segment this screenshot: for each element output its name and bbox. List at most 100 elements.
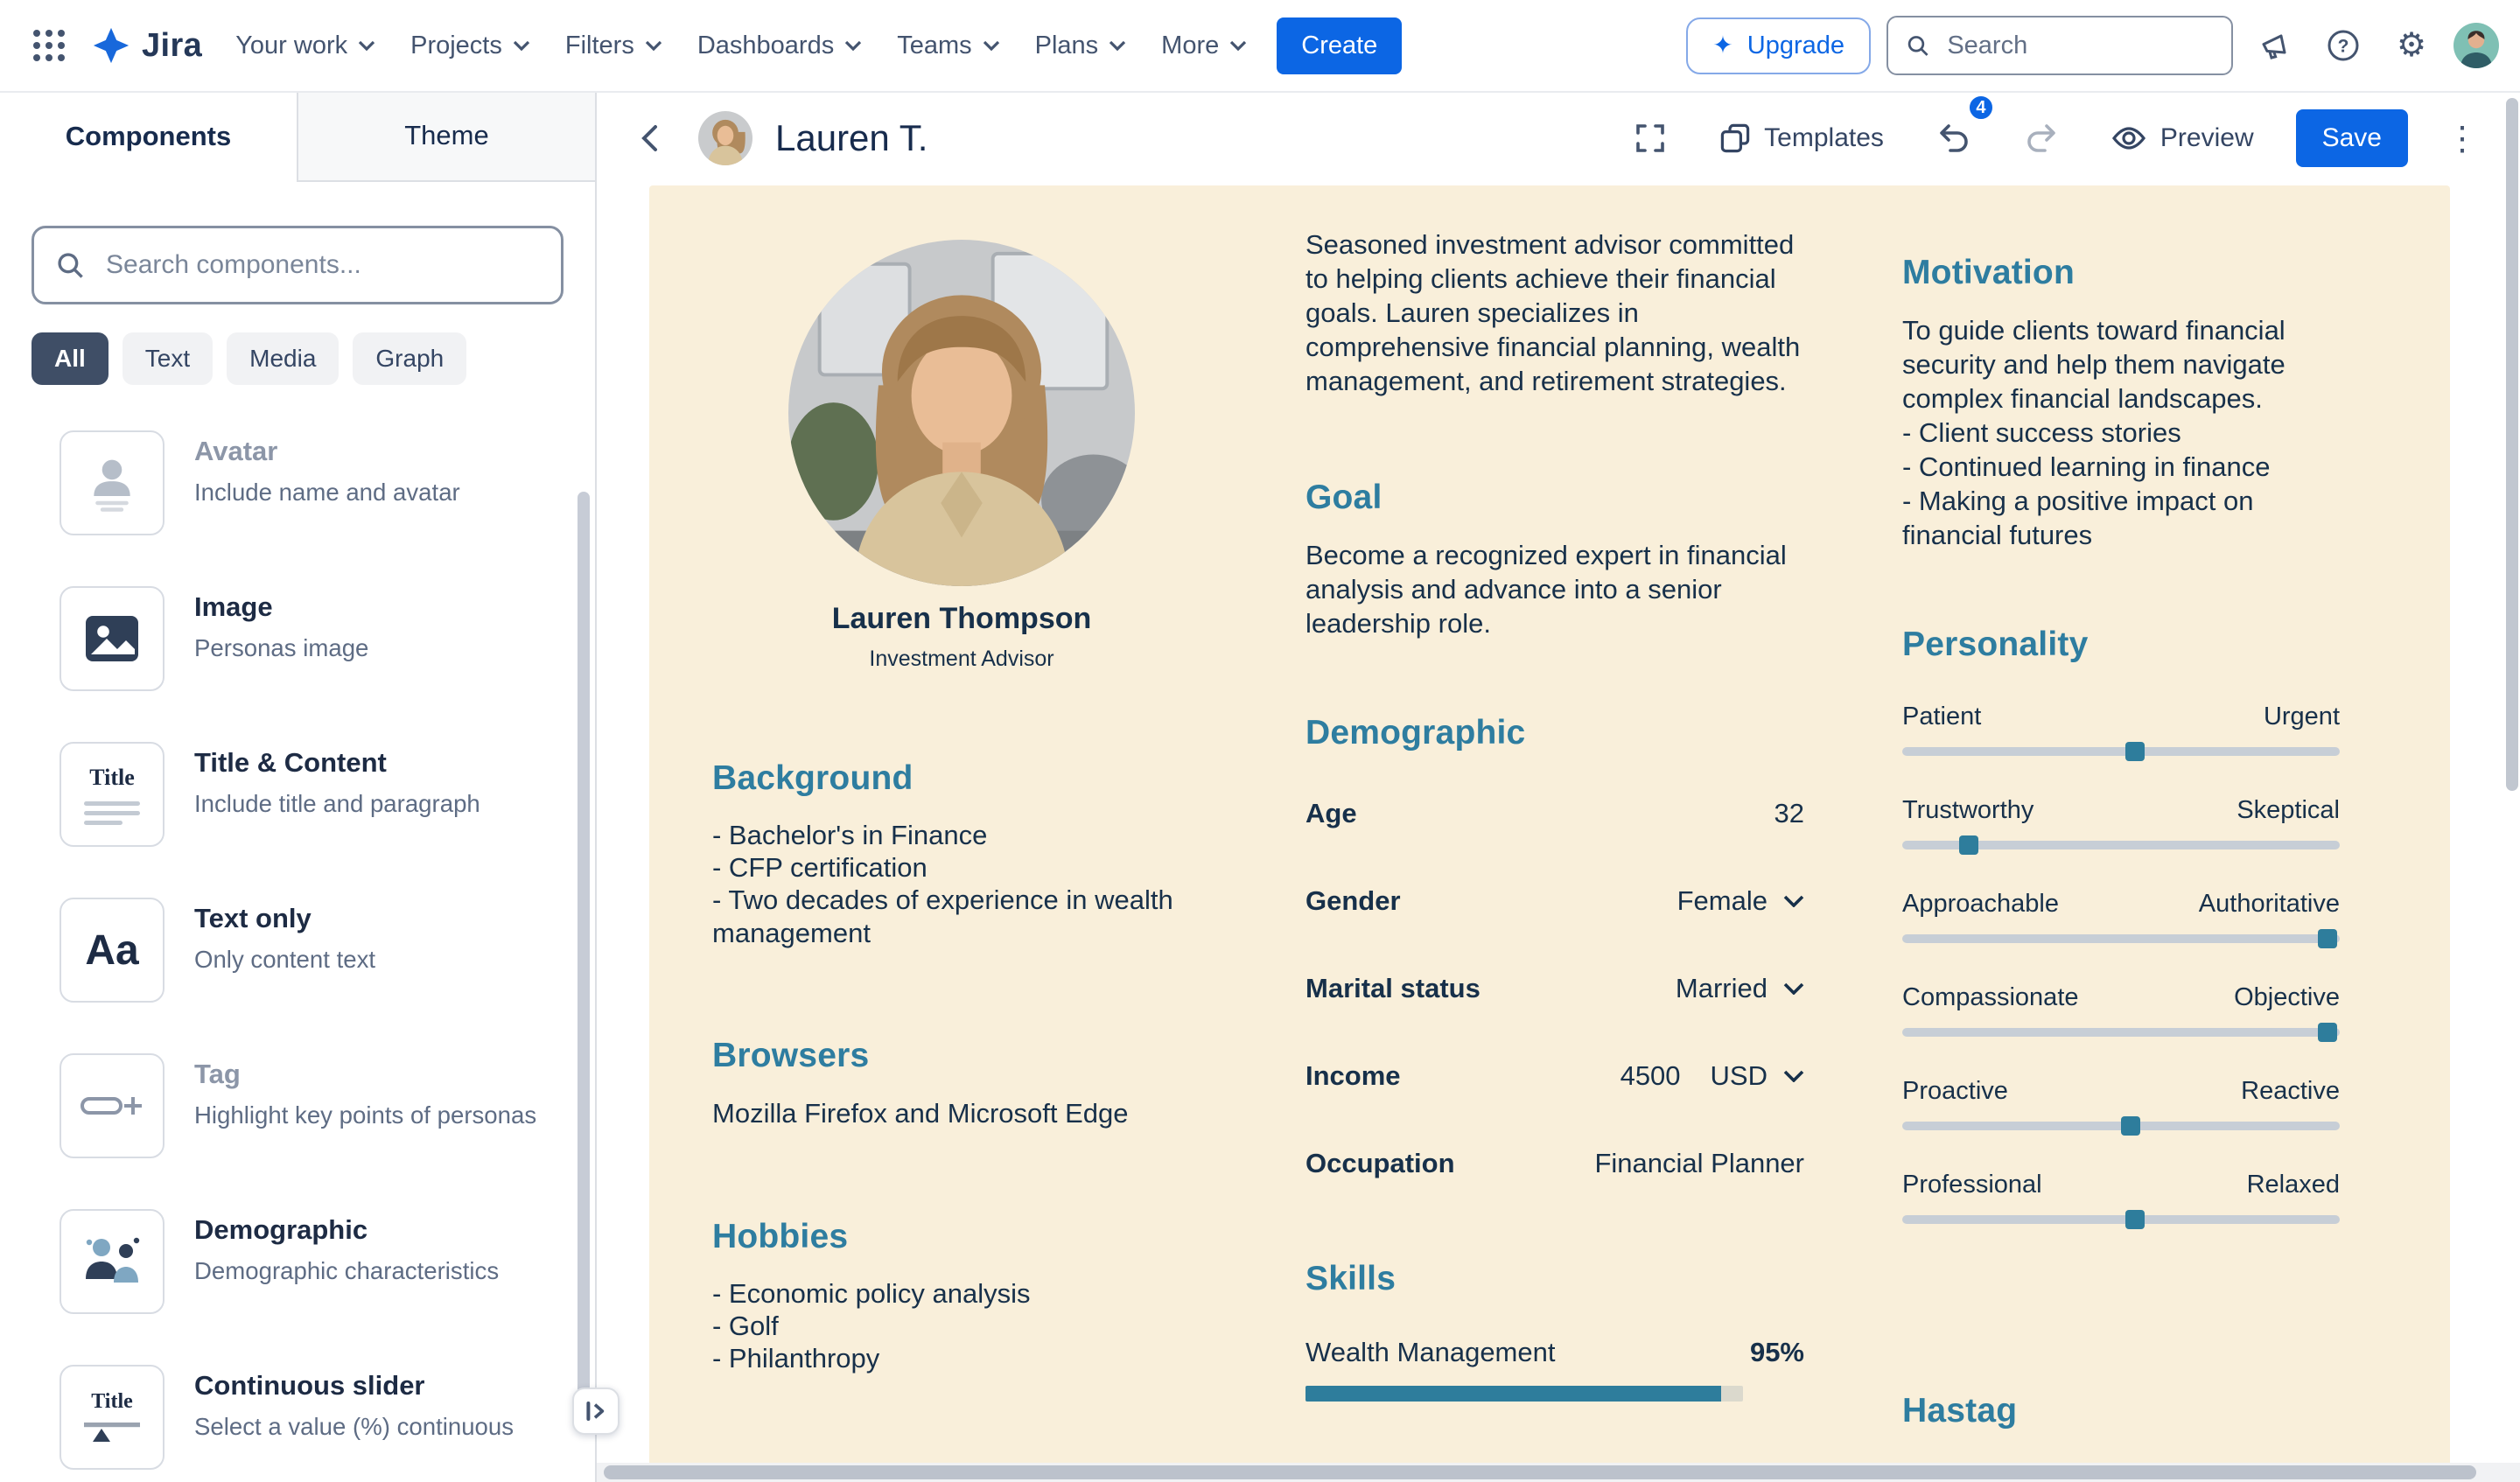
avatar-icon bbox=[60, 430, 164, 535]
personality-slider-thumb[interactable] bbox=[2125, 742, 2145, 761]
filter-graph[interactable]: Graph bbox=[353, 332, 466, 385]
nav-projects[interactable]: Projects bbox=[395, 17, 546, 74]
redo-button[interactable] bbox=[2013, 110, 2069, 166]
create-button[interactable]: Create bbox=[1277, 17, 1402, 74]
personality-slider-proactive-reactive: ProactiveReactive bbox=[1902, 1077, 2340, 1130]
demo-row-occupation: Occupation Financial Planner bbox=[1306, 1120, 1804, 1207]
editor-canvas: Lauren Thompson Investment Advisor Backg… bbox=[597, 185, 2520, 1482]
megaphone-icon bbox=[2259, 30, 2291, 61]
aa-glyph: Aa bbox=[85, 926, 138, 975]
nav-more[interactable]: More bbox=[1145, 17, 1263, 74]
filter-text[interactable]: Text bbox=[122, 332, 213, 385]
chevron-down-icon bbox=[1783, 895, 1804, 907]
component-item-continuous-slider[interactable]: Title Continuous slider Select a value (… bbox=[60, 1365, 560, 1470]
horizontal-scrollbar-track[interactable] bbox=[597, 1463, 2520, 1482]
slider-left-label: Approachable bbox=[1902, 890, 2059, 919]
slider-glyph bbox=[82, 1419, 142, 1445]
nav-your-work[interactable]: Your work bbox=[220, 17, 391, 74]
personality-slider-thumb[interactable] bbox=[2125, 1210, 2145, 1229]
save-button[interactable]: Save bbox=[2296, 109, 2408, 167]
personality-slider-track[interactable] bbox=[1902, 747, 2340, 756]
personality-slider-track[interactable] bbox=[1902, 1028, 2340, 1037]
page-scrollbar-thumb[interactable] bbox=[2506, 98, 2518, 791]
back-button[interactable] bbox=[621, 110, 677, 166]
demo-row-income: Income 4500 USD bbox=[1306, 1032, 1804, 1120]
global-search-input[interactable] bbox=[1943, 30, 2214, 62]
personality-slider-thumb[interactable] bbox=[2121, 1116, 2140, 1136]
tag-icon bbox=[60, 1053, 164, 1158]
component-subtitle: Include title and paragraph bbox=[194, 787, 480, 821]
component-title: Image bbox=[194, 591, 368, 623]
nav-filters[interactable]: Filters bbox=[550, 17, 678, 74]
nav-label: Teams bbox=[897, 31, 971, 60]
slider-left-label: Compassionate bbox=[1902, 983, 2079, 1012]
personality-slider-track[interactable] bbox=[1902, 1122, 2340, 1130]
component-item-text-only[interactable]: Aa Text only Only content text bbox=[60, 898, 560, 1003]
skill-progress-bar[interactable] bbox=[1306, 1386, 1743, 1402]
tab-theme[interactable]: Theme bbox=[297, 91, 595, 182]
personality-slider-thumb[interactable] bbox=[2318, 1023, 2337, 1042]
nav-label: Plans bbox=[1035, 31, 1099, 60]
gender-select[interactable]: Female bbox=[1677, 885, 1804, 917]
goal-section: Goal Become a recognized expert in finan… bbox=[1306, 479, 1804, 640]
nav-plans[interactable]: Plans bbox=[1019, 17, 1143, 74]
income-control[interactable]: 4500 USD bbox=[1620, 1060, 1804, 1092]
personality-slider-trustworthy-skeptical: TrustworthySkeptical bbox=[1902, 796, 2340, 849]
filter-media[interactable]: Media bbox=[227, 332, 339, 385]
filter-all[interactable]: All bbox=[32, 332, 108, 385]
sidebar-tabs: Components Theme bbox=[0, 91, 595, 182]
slider-right-label: Reactive bbox=[2241, 1077, 2340, 1106]
component-text: Image Personas image bbox=[194, 586, 368, 666]
marital-status-select[interactable]: Married bbox=[1676, 973, 1804, 1004]
components-search-input[interactable] bbox=[102, 248, 540, 282]
demo-label: Age bbox=[1306, 798, 1357, 829]
nav-teams[interactable]: Teams bbox=[881, 17, 1015, 74]
slider-left-label: Trustworthy bbox=[1902, 796, 2034, 825]
sidebar-scrollbar[interactable] bbox=[578, 492, 590, 1405]
component-item-image[interactable]: Image Personas image bbox=[60, 586, 560, 691]
slider-right-label: Objective bbox=[2234, 983, 2340, 1012]
collapse-sidebar-button[interactable] bbox=[572, 1388, 620, 1435]
personality-slider-track[interactable] bbox=[1902, 934, 2340, 943]
slider-left-label: Professional bbox=[1902, 1171, 2042, 1199]
nav-dashboards[interactable]: Dashboards bbox=[682, 17, 878, 74]
jira-logo[interactable]: Jira bbox=[77, 25, 220, 66]
component-title: Avatar bbox=[194, 436, 460, 467]
component-item-demographic[interactable]: Demographic Demographic characteristics bbox=[60, 1209, 560, 1314]
settings-icon-button[interactable]: ⚙ bbox=[2385, 19, 2438, 72]
personality-slider-patient-urgent: PatientUrgent bbox=[1902, 703, 2340, 756]
component-list: Avatar Include name and avatar Image Per… bbox=[60, 430, 560, 1470]
motivation-item: - Making a positive impact on financial … bbox=[1902, 484, 2340, 552]
global-search[interactable] bbox=[1886, 16, 2233, 75]
component-item-tag[interactable]: Tag Highlight key points of personas bbox=[60, 1053, 560, 1158]
preview-button[interactable]: Preview bbox=[2101, 115, 2264, 162]
app-switcher-button[interactable] bbox=[21, 17, 77, 73]
component-text: Title & Content Include title and paragr… bbox=[194, 742, 480, 821]
announcement-icon-button[interactable] bbox=[2249, 19, 2301, 72]
user-avatar[interactable] bbox=[2454, 23, 2499, 68]
tab-components[interactable]: Components bbox=[0, 91, 297, 182]
persona-card[interactable]: Lauren Thompson Investment Advisor Backg… bbox=[649, 185, 2450, 1482]
component-item-avatar[interactable]: Avatar Include name and avatar bbox=[60, 430, 560, 535]
templates-button[interactable]: Templates bbox=[1710, 115, 1894, 162]
component-item-title-content[interactable]: Title Title & Content Include title and … bbox=[60, 742, 560, 847]
component-subtitle: Personas image bbox=[194, 632, 368, 666]
personality-slider-thumb[interactable] bbox=[1959, 835, 1978, 855]
motivation-item: - Continued learning in finance bbox=[1902, 450, 2340, 484]
editor-main: Lauren T. Templates 4 Preview bbox=[597, 91, 2520, 1482]
components-search[interactable] bbox=[32, 226, 564, 304]
personality-slider-track[interactable] bbox=[1902, 1215, 2340, 1224]
component-title: Text only bbox=[194, 903, 375, 934]
slider-right-label: Urgent bbox=[2264, 703, 2340, 731]
persona-title: Lauren T. bbox=[775, 117, 928, 159]
redo-icon bbox=[2024, 122, 2059, 155]
help-icon-button[interactable]: ? bbox=[2317, 19, 2370, 72]
personality-slider-thumb[interactable] bbox=[2318, 929, 2337, 948]
fullscreen-button[interactable] bbox=[1622, 110, 1678, 166]
upgrade-button[interactable]: ✦ Upgrade bbox=[1686, 17, 1871, 74]
more-options-button[interactable]: ⋮ bbox=[2440, 119, 2485, 158]
personality-slider-track[interactable] bbox=[1902, 841, 2340, 849]
demo-row-gender: Gender Female bbox=[1306, 857, 1804, 945]
title-content-icon: Title bbox=[60, 742, 164, 847]
horizontal-scrollbar-thumb[interactable] bbox=[604, 1465, 2476, 1479]
